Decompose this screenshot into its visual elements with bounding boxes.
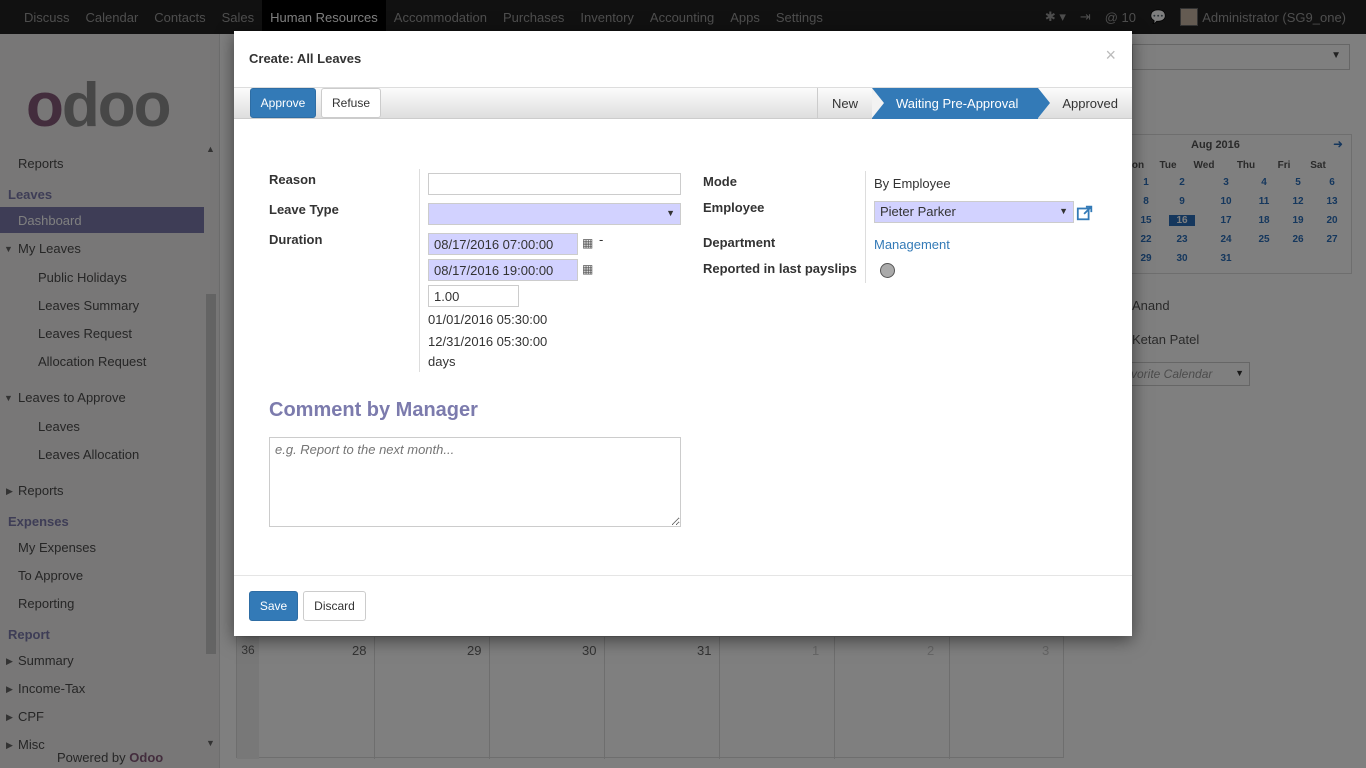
stage-pipeline: New Waiting Pre-Approval Approved <box>816 88 1132 119</box>
close-icon[interactable]: × <box>1105 45 1116 66</box>
save-button[interactable]: Save <box>249 591 298 621</box>
duration-label: Duration <box>269 232 323 247</box>
reason-input[interactable] <box>428 173 681 195</box>
date-to-utc: 12/31/2016 05:30:00 <box>428 334 548 349</box>
field-separator <box>865 171 866 283</box>
stage-new[interactable]: New <box>816 88 872 119</box>
refuse-button[interactable]: Refuse <box>321 88 381 118</box>
date-from-input[interactable] <box>428 233 578 255</box>
caret-down-icon: ▼ <box>666 208 675 218</box>
stage-waiting-pre-approval[interactable]: Waiting Pre-Approval <box>871 88 1051 119</box>
date-to-input[interactable] <box>428 259 578 281</box>
field-separator <box>419 169 420 372</box>
employee-value: Pieter Parker <box>880 204 956 219</box>
leave-type-select[interactable]: ▼ <box>428 203 681 225</box>
mode-value: By Employee <box>874 176 951 191</box>
comment-section-title: Comment by Manager <box>269 399 478 421</box>
payslip-checkbox[interactable] <box>880 263 895 278</box>
calendar-icon[interactable]: ▦ <box>582 262 593 276</box>
approve-button[interactable]: Approve <box>250 88 316 118</box>
modal-title: Create: All Leaves <box>249 51 362 66</box>
number-of-days-input[interactable] <box>428 285 519 307</box>
discard-button[interactable]: Discard <box>303 591 366 621</box>
leave-type-label: Leave Type <box>269 202 339 217</box>
employee-label: Employee <box>703 200 765 215</box>
days-unit: days <box>428 354 456 369</box>
employee-select[interactable]: Pieter Parker ▼ <box>874 201 1074 223</box>
reason-label: Reason <box>269 172 316 187</box>
stage-approved[interactable]: Approved <box>1038 88 1132 119</box>
status-bar: Approve Refuse New Waiting Pre-Approval … <box>234 87 1132 119</box>
department-link[interactable]: Management <box>874 237 950 252</box>
caret-down-icon: ▼ <box>1059 206 1068 216</box>
external-link-icon[interactable] <box>1076 204 1094 222</box>
date-range-dash: - <box>599 232 604 247</box>
date-from-utc: 01/01/2016 05:30:00 <box>428 312 548 327</box>
create-leave-dialog: Create: All Leaves × Approve Refuse New … <box>234 31 1132 636</box>
department-label: Department <box>703 235 776 250</box>
calendar-icon[interactable]: ▦ <box>582 236 593 250</box>
mode-label: Mode <box>703 174 737 189</box>
footer-divider <box>234 575 1132 576</box>
manager-comment-textarea[interactable] <box>269 437 681 527</box>
payslip-label: Reported in last payslips <box>703 261 857 276</box>
